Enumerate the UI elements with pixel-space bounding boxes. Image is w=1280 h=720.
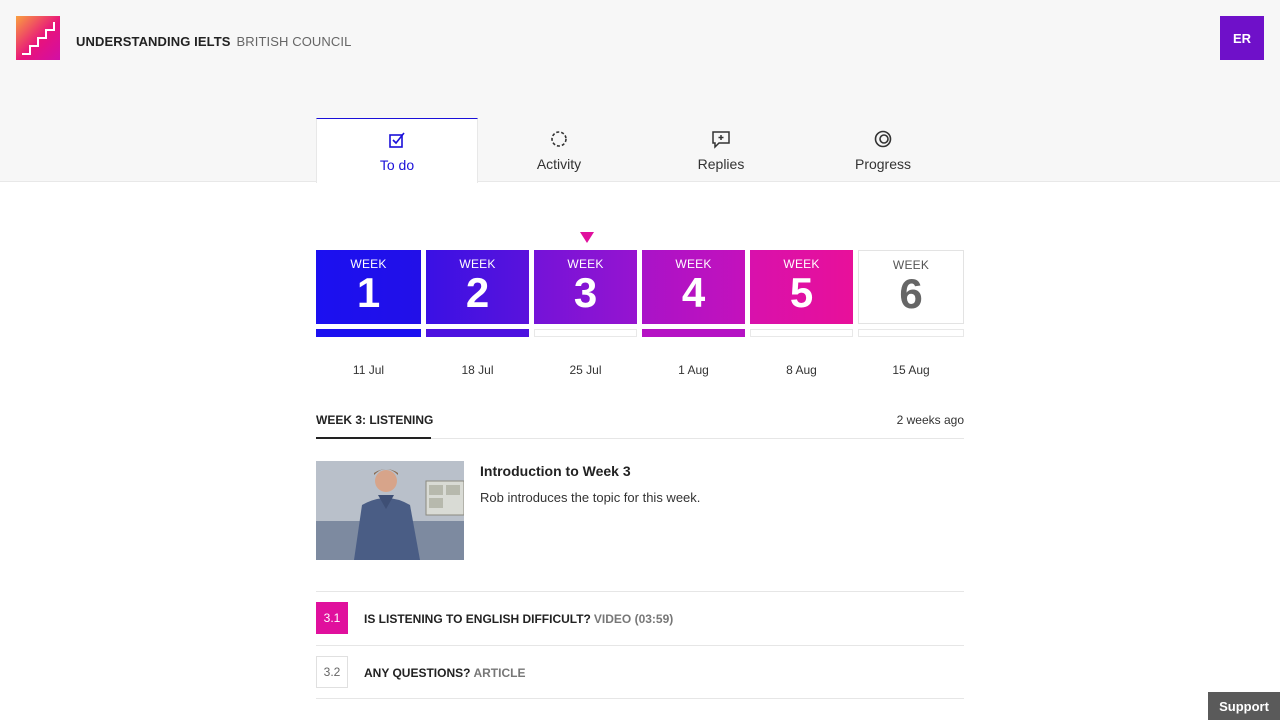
week-box: WEEK 4 (642, 250, 745, 324)
week-1[interactable]: WEEK 1 11 Jul (316, 250, 421, 380)
week-3[interactable]: WEEK 3 25 Jul (534, 250, 637, 380)
week-number: 2 (465, 269, 490, 316)
week-date: 8 Aug (786, 363, 817, 377)
week-5[interactable]: WEEK 5 8 Aug (750, 250, 853, 380)
tab-bar: To do Activity Replies Progress (316, 118, 964, 183)
current-week-marker (580, 232, 594, 243)
stairs-icon[interactable] (16, 16, 60, 60)
week-progress-bar (858, 329, 964, 337)
week-box: WEEK 3 (534, 250, 637, 324)
course-title[interactable]: UNDERSTANDING IELTS (76, 34, 231, 49)
week-date: 11 Jul (352, 363, 385, 377)
week-number: 6 (899, 270, 923, 317)
week-date: 18 Jul (461, 363, 494, 377)
week-box: WEEK 1 (316, 250, 421, 324)
week-number: 4 (681, 269, 706, 316)
tab-label: Progress (854, 156, 912, 172)
week-progress-bar (534, 329, 637, 337)
step-title: IS LISTENING TO ENGLISH DIFFICULT? (364, 612, 591, 626)
week-number: 5 (789, 269, 814, 316)
avatar[interactable]: ER (1220, 16, 1264, 60)
section-title: WEEK 3: LISTENING (316, 413, 433, 439)
week-date: 15 Aug (892, 363, 930, 377)
week-date: 25 Jul (569, 363, 602, 377)
intro-video-thumbnail[interactable] (316, 461, 464, 560)
week-navigator: WEEK 1 11 Jul WEEK 2 18 Jul WEEK 3 25 Ju… (316, 250, 964, 390)
section-time: 2 weeks ago (896, 413, 964, 427)
tab-label: Activity (536, 156, 582, 172)
checkbox-edit-icon (389, 132, 405, 148)
course-brand[interactable]: UNDERSTANDING IELTS BRITISH COUNCIL (76, 34, 351, 49)
tab-activity[interactable]: Activity (478, 118, 640, 182)
intro-card[interactable]: Introduction to Week 3 Rob introduces th… (316, 461, 964, 561)
week-2[interactable]: WEEK 2 18 Jul (426, 250, 529, 380)
week-box: WEEK 5 (750, 250, 853, 324)
tab-progress[interactable]: Progress (802, 118, 964, 182)
step-list: 3.1 IS LISTENING TO ENGLISH DIFFICULT? VI… (316, 591, 964, 699)
progress-donut-icon (874, 130, 892, 148)
list-item[interactable]: 3.2 ANY QUESTIONS? ARTICLE (316, 645, 964, 699)
step-title-row: ANY QUESTIONS? ARTICLE (364, 666, 525, 680)
support-button[interactable]: Support (1208, 692, 1280, 720)
step-title-row: IS LISTENING TO ENGLISH DIFFICULT? VIDEO … (364, 612, 673, 626)
week-progress-bar (316, 329, 421, 337)
step-number: 3.2 (316, 656, 348, 688)
intro-description: Rob introduces the topic for this week. (480, 490, 701, 505)
list-item[interactable]: 3.1 IS LISTENING TO ENGLISH DIFFICULT? VI… (316, 591, 964, 645)
activity-circle-icon (551, 131, 567, 147)
week-number: 3 (573, 269, 598, 316)
week-6[interactable]: WEEK 6 15 Aug (858, 250, 964, 380)
tab-to-do[interactable]: To do (316, 118, 478, 183)
week-date: 1 Aug (678, 363, 709, 377)
week-4[interactable]: WEEK 4 1 Aug (642, 250, 745, 380)
week-box: WEEK 2 (426, 250, 529, 324)
week-progress-bar (642, 329, 745, 337)
week-progress-bar (750, 329, 853, 337)
week-progress-bar (426, 329, 529, 337)
step-type: ARTICLE (473, 666, 526, 680)
tab-label: Replies (697, 156, 745, 172)
week-number: 1 (356, 269, 381, 316)
step-type: VIDEO (03:59) (593, 612, 674, 626)
tab-label: To do (379, 157, 415, 173)
week-box: WEEK 6 (858, 250, 964, 324)
organisation-name: BRITISH COUNCIL (236, 34, 352, 49)
step-title: ANY QUESTIONS? (364, 666, 471, 680)
tab-replies[interactable]: Replies (640, 118, 802, 182)
section-header: WEEK 3: LISTENING 2 weeks ago (316, 413, 964, 439)
step-number: 3.1 (316, 602, 348, 634)
intro-title[interactable]: Introduction to Week 3 (480, 463, 631, 479)
comment-add-icon (712, 131, 730, 149)
